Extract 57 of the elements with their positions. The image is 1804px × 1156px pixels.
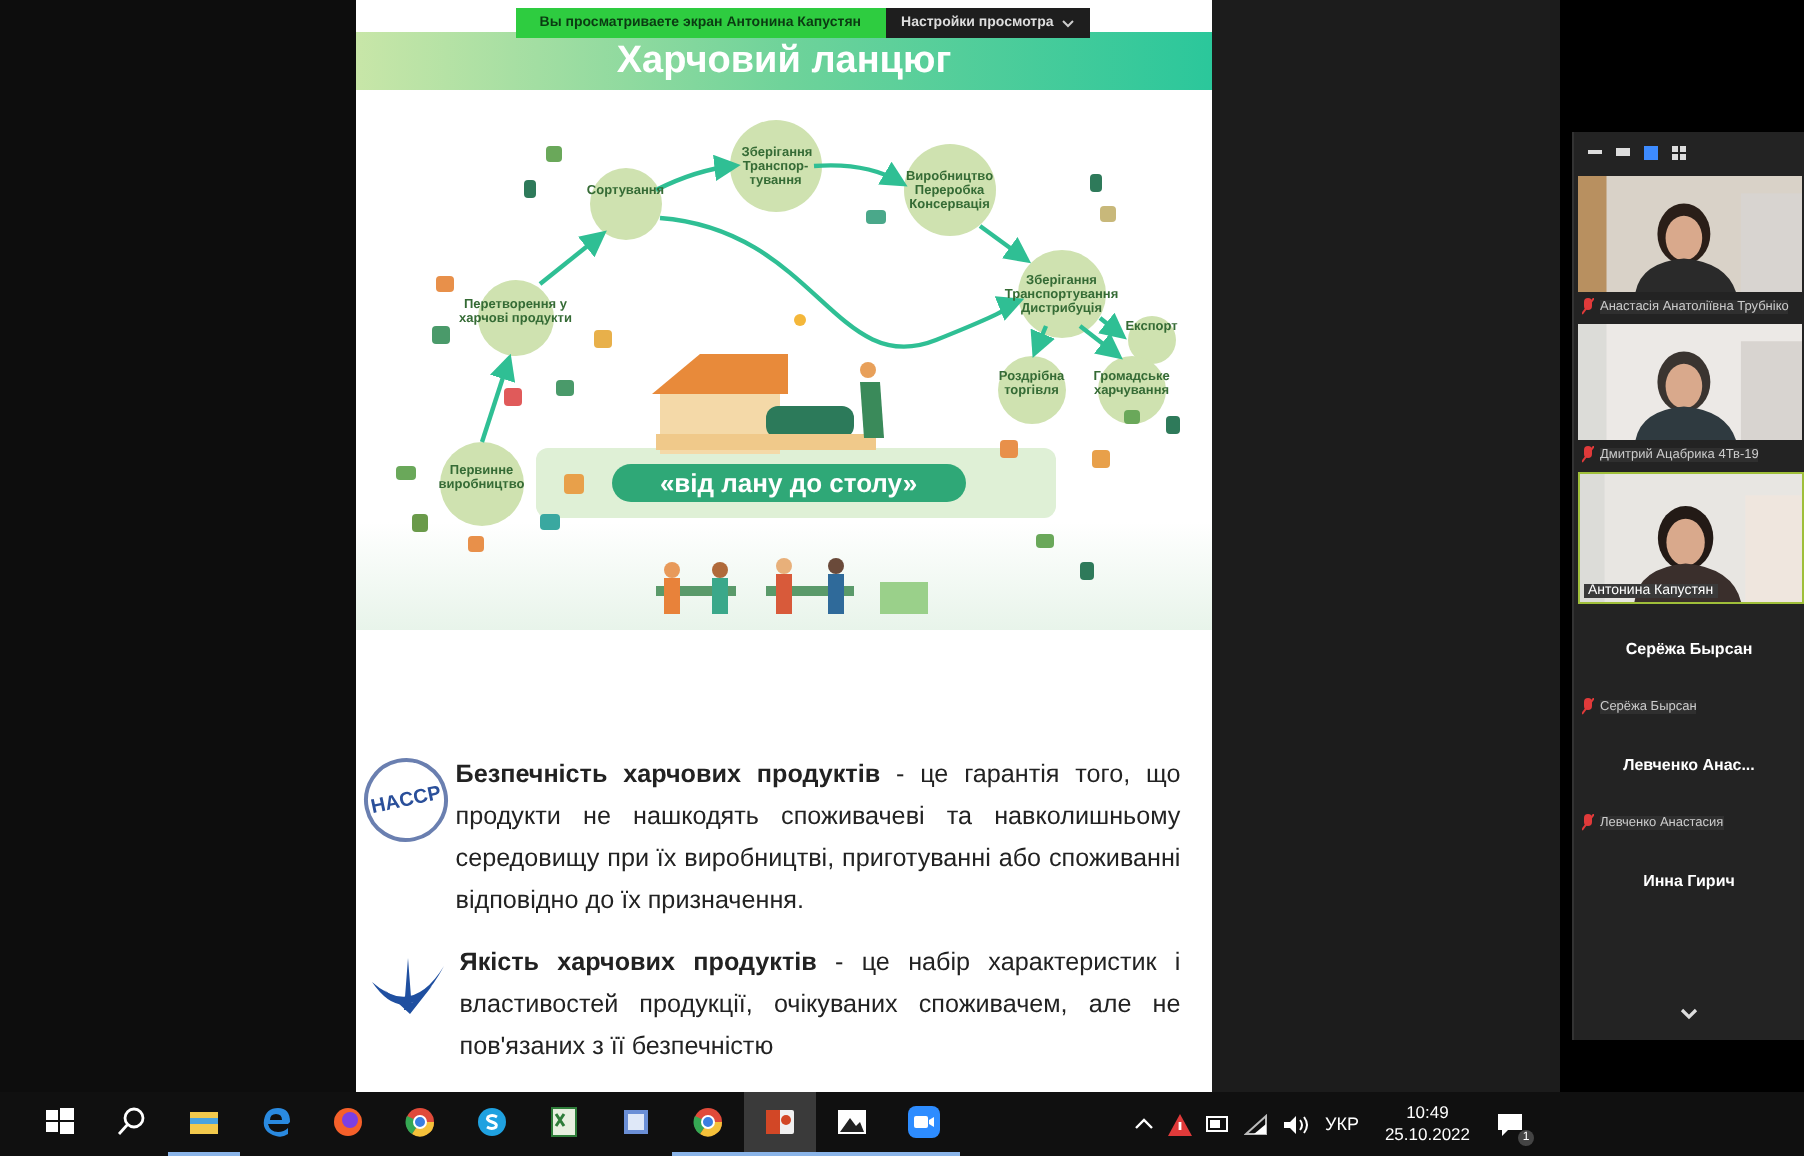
food-icon <box>555 380 574 396</box>
stage-circle <box>589 168 662 240</box>
definition-text: Якість харчових продуктів - це набір характеристик і властивостей продукції, очікуваних споживачем, але не пов'язаних з її безпечністю <box>459 946 1181 1064</box>
notification-icon[interactable] <box>1496 1111 1524 1137</box>
participant-title: Серёжа Бырсан <box>1623 637 1755 662</box>
stage-circle <box>997 356 1066 424</box>
circle-logo-icon <box>690 1104 726 1140</box>
camera-icon <box>906 1104 942 1140</box>
food-icon <box>411 514 428 532</box>
browser-icon <box>258 1104 294 1140</box>
food-icon <box>539 514 560 530</box>
document-icon <box>618 1104 654 1140</box>
grid-view-button[interactable] <box>1670 143 1688 161</box>
stage-circle <box>1097 356 1166 424</box>
battery-icon <box>1206 1116 1231 1132</box>
stage-circle <box>439 442 524 526</box>
browser-icon <box>330 1104 366 1140</box>
view-button[interactable] <box>1642 143 1660 161</box>
stage-circle <box>1127 316 1176 364</box>
search-icon <box>114 1104 150 1140</box>
food-icon <box>431 326 450 344</box>
food-icon <box>435 276 454 292</box>
scroll-down-button[interactable] <box>1676 1004 1702 1024</box>
food-icon <box>395 466 416 480</box>
s-logo-icon <box>474 1104 510 1140</box>
speaker-icon <box>1282 1113 1311 1135</box>
participant-title: Инна Гирич <box>1641 869 1737 894</box>
caret-icon <box>1061 19 1074 27</box>
food-icon <box>1035 534 1054 548</box>
food-icon <box>865 210 886 224</box>
clock[interactable]: 10:49 25.10.2022 <box>1384 1102 1470 1146</box>
definition-text: Безпечність харчових продуктів - це гарантія того, що продукти не нашкодять споживачеві та навколишньому середовищу при їх виробництві, приготуванні або споживанні відповідно до їх призначення. <box>455 758 1181 918</box>
language-indicator[interactable]: УКР <box>1324 1114 1359 1134</box>
motto-banner: «від лану до столу» <box>611 464 966 502</box>
chevron-down-icon <box>1680 1008 1698 1020</box>
view-button[interactable] <box>1614 143 1632 161</box>
food-icon <box>1091 450 1110 468</box>
slide-title: Харчовий ланцюг <box>355 32 1213 90</box>
mountain-image-icon <box>834 1104 870 1140</box>
circle-logo-icon <box>402 1104 438 1140</box>
warning-icon <box>1168 1113 1193 1135</box>
food-icon <box>1165 416 1180 434</box>
chevron-up-icon <box>1134 1118 1155 1130</box>
food-icon <box>1079 562 1094 580</box>
stage-circle <box>903 144 996 236</box>
food-icon <box>593 330 612 348</box>
taskbar-button[interactable] <box>744 1092 816 1156</box>
start-icon <box>42 1104 78 1140</box>
participant-title: Левченко Анас... <box>1621 753 1757 777</box>
food-icon <box>999 440 1018 458</box>
presentation-icon <box>762 1104 798 1140</box>
food-icon <box>467 536 484 552</box>
food-icon <box>545 146 562 162</box>
wifi-icon <box>1244 1113 1269 1135</box>
spreadsheet-icon <box>546 1104 582 1140</box>
stage-circle <box>729 120 822 212</box>
food-icon <box>503 388 522 406</box>
